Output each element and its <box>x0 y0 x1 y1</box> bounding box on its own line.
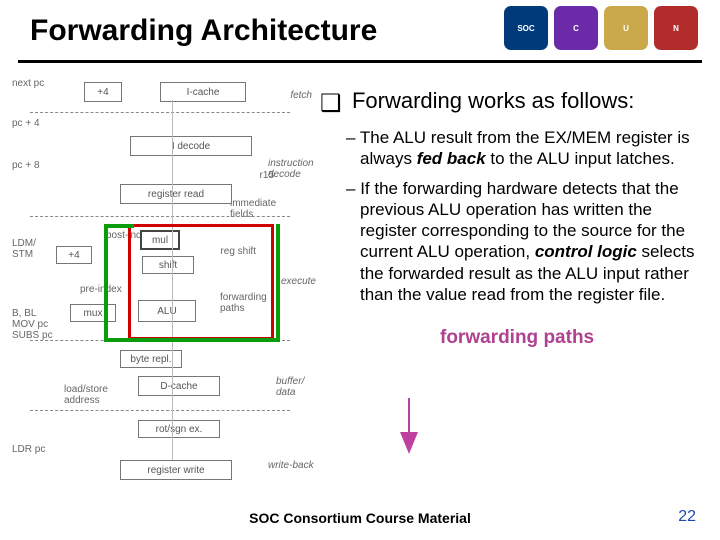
b1-post: to the ALU input latches. <box>486 149 675 168</box>
stage-sep-2 <box>30 216 290 217</box>
page-title: Forwarding Architecture <box>30 14 377 48</box>
bullet-square-icon: ❑ <box>320 90 342 117</box>
bullet-list: The ALU result from the EX/MEM register … <box>346 127 700 305</box>
box-mux: mux <box>70 304 116 322</box>
box-icache: I-cache <box>160 82 246 102</box>
logo-row: SOC C U N <box>504 6 698 50</box>
highlight-green-vertical-r <box>276 224 280 342</box>
highlight-green-horizontal <box>104 338 280 342</box>
label-pc4: pc + 4 <box>12 118 40 129</box>
label-ldm: LDM/ STM <box>12 238 42 260</box>
logo-consortium: C <box>554 6 598 50</box>
bullet-1: The ALU result from the EX/MEM register … <box>346 127 700 170</box>
label-next-pc: next pc <box>12 78 44 89</box>
stage-sep-4 <box>30 410 290 411</box>
stage-execute: execute <box>281 276 316 287</box>
label-ldrpc: LDR pc <box>12 444 45 455</box>
footer-text: SOC Consortium Course Material <box>0 510 720 526</box>
b2-em: control logic <box>535 242 637 261</box>
box-idecode: I decode <box>130 136 252 156</box>
callout-arrow-icon <box>400 432 418 454</box>
stage-buffer: buffer/ data <box>276 376 320 398</box>
callout-line <box>408 398 410 434</box>
box-dcache: D-cache <box>138 376 220 396</box>
bullet-2: If the forwarding hardware detects that … <box>346 178 700 306</box>
forwarding-paths-label: forwarding paths <box>440 327 700 349</box>
stage-writeback: write-back <box>268 460 324 471</box>
highlight-green-vertical <box>104 224 108 342</box>
stage-fetch: fetch <box>290 90 312 101</box>
pipeline-diagram: fetch instruction decode execute buffer/… <box>10 74 310 504</box>
logo-university-2: N <box>654 6 698 50</box>
box-register-write: register write <box>120 460 232 480</box>
page-number: 22 <box>678 508 696 526</box>
box-rot: rot/sgn ex. <box>138 420 220 438</box>
lead-line: ❑ Forwarding works as follows: <box>320 86 700 115</box>
lead-text: Forwarding works as follows: <box>352 88 634 113</box>
logo-soc: SOC <box>504 6 548 50</box>
box-plus4-b: +4 <box>56 246 92 264</box>
label-loadstore-addr: load/store address <box>64 384 114 406</box>
label-bbl: B, BL MOV pc SUBS pc <box>12 308 60 341</box>
label-r15: r15 <box>260 170 274 181</box>
label-pc8: pc + 8 <box>12 160 40 171</box>
label-preindex: pre-index <box>80 284 122 295</box>
b1-em: fed back <box>417 149 486 168</box>
highlight-red-box <box>128 224 274 340</box>
logo-university-1: U <box>604 6 648 50</box>
box-plus4-a: +4 <box>84 82 122 102</box>
title-divider <box>18 60 702 63</box>
stage-sep-1 <box>30 112 290 113</box>
box-register-read: register read <box>120 184 232 204</box>
text-content: ❑ Forwarding works as follows: The ALU r… <box>320 86 700 349</box>
highlight-green-top <box>104 224 134 228</box>
stage-decode: instruction decode <box>268 158 328 180</box>
